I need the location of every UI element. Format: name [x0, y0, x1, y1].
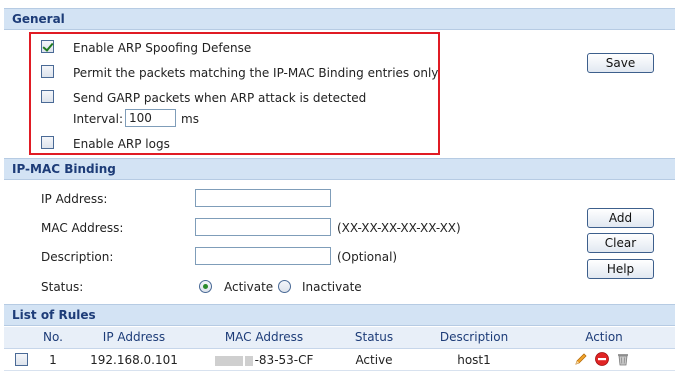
interval-unit: ms — [181, 112, 199, 126]
mac-redacted-block — [214, 355, 243, 366]
row-mac-visible: -83-53-CF — [254, 353, 314, 367]
status-inactivate-label: Inactivate — [302, 280, 362, 294]
ip-mac-binding-header: IP-MAC Binding — [4, 158, 675, 180]
status-activate-label: Activate — [224, 280, 274, 294]
row-description: host1 — [457, 353, 491, 367]
help-button[interactable]: Help — [587, 259, 654, 279]
col-description: Description — [439, 330, 509, 344]
ip-mac-binding-title: IP-MAC Binding — [12, 162, 116, 176]
status-activate-radio[interactable] — [199, 280, 212, 293]
ip-address-label: IP Address: — [41, 192, 108, 206]
row-status: Active — [355, 353, 393, 367]
edit-pencil-icon[interactable] — [573, 351, 589, 367]
enable-arp-spoofing-label: Enable ARP Spoofing Defense — [73, 41, 252, 55]
mac-address-input[interactable] — [195, 218, 331, 236]
add-button[interactable]: Add — [587, 208, 654, 228]
row-no: 1 — [49, 353, 57, 367]
list-of-rules-title: List of Rules — [12, 308, 96, 322]
permit-ip-mac-label: Permit the packets matching the IP-MAC B… — [73, 66, 439, 80]
interval-label: Interval: — [73, 112, 123, 126]
trash-icon[interactable] — [615, 351, 631, 367]
general-title: General — [12, 12, 65, 26]
col-mac-address: MAC Address — [224, 330, 304, 344]
status-label: Status: — [41, 280, 84, 294]
row-ip-address: 192.168.0.101 — [90, 353, 178, 367]
send-garp-checkbox[interactable] — [41, 90, 54, 103]
enable-arp-spoofing-checkbox[interactable] — [41, 40, 54, 53]
delete-icon[interactable] — [594, 351, 610, 367]
description-optional-hint: (Optional) — [337, 250, 398, 264]
col-action: Action — [585, 330, 623, 344]
mac-address-label: MAC Address: — [41, 221, 124, 235]
enable-arp-logs-label: Enable ARP logs — [73, 137, 170, 151]
send-garp-label: Send GARP packets when ARP attack is det… — [73, 91, 367, 105]
mac-redacted-block — [244, 355, 253, 366]
rules-table-header: No. IP Address MAC Address Status Descri… — [4, 327, 675, 349]
col-no: No. — [43, 330, 63, 344]
row-mac-address: -83-53-CF — [194, 350, 334, 370]
description-input[interactable] — [195, 247, 331, 265]
description-label: Description: — [41, 250, 114, 264]
table-row: 1 192.168.0.101 -83-53-CF Active host1 — [4, 349, 675, 371]
mac-format-hint: (XX-XX-XX-XX-XX-XX) — [337, 221, 461, 235]
col-status: Status — [354, 330, 394, 344]
clear-button[interactable]: Clear — [587, 233, 654, 253]
status-inactivate-radio[interactable] — [278, 280, 291, 293]
row-select-checkbox[interactable] — [15, 353, 28, 366]
interval-input[interactable] — [125, 109, 176, 127]
permit-ip-mac-checkbox[interactable] — [41, 65, 54, 78]
save-button[interactable]: Save — [587, 53, 654, 73]
enable-arp-logs-checkbox[interactable] — [41, 136, 54, 149]
general-section-header: General — [4, 8, 675, 30]
list-of-rules-header: List of Rules — [4, 304, 675, 326]
col-ip-address: IP Address — [102, 330, 166, 344]
ip-address-input[interactable] — [195, 189, 331, 207]
